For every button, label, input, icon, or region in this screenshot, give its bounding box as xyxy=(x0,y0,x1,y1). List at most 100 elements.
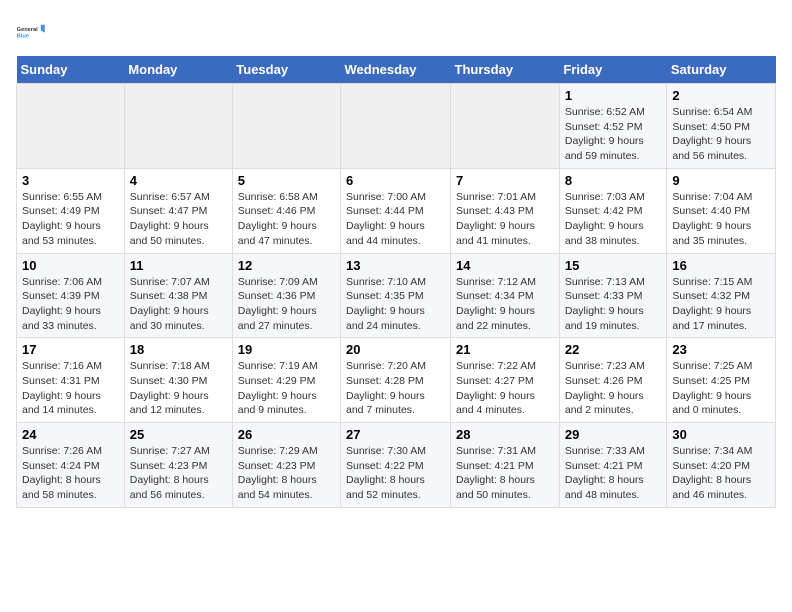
day-info: Sunrise: 7:10 AMSunset: 4:35 PMDaylight:… xyxy=(346,275,445,334)
col-header-friday: Friday xyxy=(559,56,667,84)
day-info: Sunrise: 7:01 AMSunset: 4:43 PMDaylight:… xyxy=(456,190,554,249)
logo: GeneralBlue xyxy=(16,16,48,48)
day-number: 17 xyxy=(22,342,119,357)
day-info: Sunrise: 7:23 AMSunset: 4:26 PMDaylight:… xyxy=(565,359,662,418)
calendar-cell: 30 Sunrise: 7:34 AMSunset: 4:20 PMDayligh… xyxy=(667,423,776,508)
day-info: Sunrise: 6:54 AMSunset: 4:50 PMDaylight:… xyxy=(672,105,770,164)
day-info: Sunrise: 7:30 AMSunset: 4:22 PMDaylight:… xyxy=(346,444,445,503)
day-number: 11 xyxy=(130,258,227,273)
calendar-cell: 15Sunrise: 7:13 AMSunset: 4:33 PMDayligh… xyxy=(559,253,667,338)
calendar-cell: 19 Sunrise: 7:19 AMSunset: 4:29 PMDayligh… xyxy=(232,338,340,423)
calendar-cell: 16Sunrise: 7:15 AMSunset: 4:32 PMDayligh… xyxy=(667,253,776,338)
calendar-cell: 18 Sunrise: 7:18 AMSunset: 4:30 PMDayligh… xyxy=(124,338,232,423)
calendar-cell: 22 Sunrise: 7:23 AMSunset: 4:26 PMDayligh… xyxy=(559,338,667,423)
day-info: Sunrise: 7:29 AMSunset: 4:23 PMDaylight:… xyxy=(238,444,335,503)
day-number: 10 xyxy=(22,258,119,273)
day-info: Sunrise: 7:19 AMSunset: 4:29 PMDaylight:… xyxy=(238,359,335,418)
day-number: 19 xyxy=(238,342,335,357)
day-number: 28 xyxy=(456,427,554,442)
day-info: Sunrise: 7:00 AMSunset: 4:44 PMDaylight:… xyxy=(346,190,445,249)
week-row-4: 17Sunrise: 7:16 AMSunset: 4:31 PMDayligh… xyxy=(17,338,776,423)
day-info: Sunrise: 7:27 AMSunset: 4:23 PMDaylight:… xyxy=(130,444,227,503)
day-number: 25 xyxy=(130,427,227,442)
day-number: 4 xyxy=(130,173,227,188)
day-number: 8 xyxy=(565,173,662,188)
day-info: Sunrise: 7:31 AMSunset: 4:21 PMDaylight:… xyxy=(456,444,554,503)
day-number: 1 xyxy=(565,88,662,103)
calendar-cell xyxy=(341,84,451,169)
day-number: 20 xyxy=(346,342,445,357)
col-header-tuesday: Tuesday xyxy=(232,56,340,84)
calendar-cell: 17Sunrise: 7:16 AMSunset: 4:31 PMDayligh… xyxy=(17,338,125,423)
day-info: Sunrise: 7:09 AMSunset: 4:36 PMDaylight:… xyxy=(238,275,335,334)
day-number: 24 xyxy=(22,427,119,442)
svg-text:General: General xyxy=(17,27,38,33)
calendar-table: SundayMondayTuesdayWednesdayThursdayFrid… xyxy=(16,56,776,508)
day-number: 14 xyxy=(456,258,554,273)
calendar-cell: 3 Sunrise: 6:55 AMSunset: 4:49 PMDaylight… xyxy=(17,168,125,253)
calendar-cell: 12 Sunrise: 7:09 AMSunset: 4:36 PMDayligh… xyxy=(232,253,340,338)
day-info: Sunrise: 7:26 AMSunset: 4:24 PMDaylight:… xyxy=(22,444,119,503)
week-row-2: 3 Sunrise: 6:55 AMSunset: 4:49 PMDaylight… xyxy=(17,168,776,253)
calendar-cell: 13 Sunrise: 7:10 AMSunset: 4:35 PMDayligh… xyxy=(341,253,451,338)
calendar-cell xyxy=(451,84,560,169)
calendar-cell: 11 Sunrise: 7:07 AMSunset: 4:38 PMDayligh… xyxy=(124,253,232,338)
calendar-cell: 25 Sunrise: 7:27 AMSunset: 4:23 PMDayligh… xyxy=(124,423,232,508)
week-row-5: 24 Sunrise: 7:26 AMSunset: 4:24 PMDayligh… xyxy=(17,423,776,508)
calendar-cell: 26 Sunrise: 7:29 AMSunset: 4:23 PMDayligh… xyxy=(232,423,340,508)
calendar-cell: 6 Sunrise: 7:00 AMSunset: 4:44 PMDaylight… xyxy=(341,168,451,253)
day-info: Sunrise: 7:22 AMSunset: 4:27 PMDaylight:… xyxy=(456,359,554,418)
day-number: 5 xyxy=(238,173,335,188)
day-info: Sunrise: 7:18 AMSunset: 4:30 PMDaylight:… xyxy=(130,359,227,418)
day-number: 15 xyxy=(565,258,662,273)
day-number: 26 xyxy=(238,427,335,442)
day-number: 3 xyxy=(22,173,119,188)
calendar-cell: 1Sunrise: 6:52 AMSunset: 4:52 PMDaylight… xyxy=(559,84,667,169)
day-number: 6 xyxy=(346,173,445,188)
calendar-cell: 14 Sunrise: 7:12 AMSunset: 4:34 PMDayligh… xyxy=(451,253,560,338)
calendar-cell: 23 Sunrise: 7:25 AMSunset: 4:25 PMDayligh… xyxy=(667,338,776,423)
day-info: Sunrise: 7:07 AMSunset: 4:38 PMDaylight:… xyxy=(130,275,227,334)
day-info: Sunrise: 6:58 AMSunset: 4:46 PMDaylight:… xyxy=(238,190,335,249)
day-number: 2 xyxy=(672,88,770,103)
calendar-cell: 9Sunrise: 7:04 AMSunset: 4:40 PMDaylight… xyxy=(667,168,776,253)
calendar-cell: 10 Sunrise: 7:06 AMSunset: 4:39 PMDayligh… xyxy=(17,253,125,338)
day-info: Sunrise: 7:34 AMSunset: 4:20 PMDaylight:… xyxy=(672,444,770,503)
calendar-cell: 29Sunrise: 7:33 AMSunset: 4:21 PMDayligh… xyxy=(559,423,667,508)
col-header-wednesday: Wednesday xyxy=(341,56,451,84)
col-header-sunday: Sunday xyxy=(17,56,125,84)
calendar-cell xyxy=(124,84,232,169)
day-number: 27 xyxy=(346,427,445,442)
day-number: 7 xyxy=(456,173,554,188)
day-number: 21 xyxy=(456,342,554,357)
day-info: Sunrise: 7:12 AMSunset: 4:34 PMDaylight:… xyxy=(456,275,554,334)
day-info: Sunrise: 7:06 AMSunset: 4:39 PMDaylight:… xyxy=(22,275,119,334)
day-number: 22 xyxy=(565,342,662,357)
week-row-1: 1Sunrise: 6:52 AMSunset: 4:52 PMDaylight… xyxy=(17,84,776,169)
day-info: Sunrise: 7:20 AMSunset: 4:28 PMDaylight:… xyxy=(346,359,445,418)
calendar-cell: 28 Sunrise: 7:31 AMSunset: 4:21 PMDayligh… xyxy=(451,423,560,508)
col-header-saturday: Saturday xyxy=(667,56,776,84)
calendar-cell: 2 Sunrise: 6:54 AMSunset: 4:50 PMDaylight… xyxy=(667,84,776,169)
calendar-cell xyxy=(232,84,340,169)
day-number: 12 xyxy=(238,258,335,273)
day-number: 13 xyxy=(346,258,445,273)
day-info: Sunrise: 6:55 AMSunset: 4:49 PMDaylight:… xyxy=(22,190,119,249)
calendar-cell: 21 Sunrise: 7:22 AMSunset: 4:27 PMDayligh… xyxy=(451,338,560,423)
calendar-cell: 4 Sunrise: 6:57 AMSunset: 4:47 PMDaylight… xyxy=(124,168,232,253)
day-number: 23 xyxy=(672,342,770,357)
week-row-3: 10 Sunrise: 7:06 AMSunset: 4:39 PMDayligh… xyxy=(17,253,776,338)
logo-icon: GeneralBlue xyxy=(16,16,48,48)
calendar-cell: 24 Sunrise: 7:26 AMSunset: 4:24 PMDayligh… xyxy=(17,423,125,508)
calendar-cell: 20 Sunrise: 7:20 AMSunset: 4:28 PMDayligh… xyxy=(341,338,451,423)
day-info: Sunrise: 7:25 AMSunset: 4:25 PMDaylight:… xyxy=(672,359,770,418)
day-info: Sunrise: 7:15 AMSunset: 4:32 PMDaylight:… xyxy=(672,275,770,334)
day-info: Sunrise: 6:57 AMSunset: 4:47 PMDaylight:… xyxy=(130,190,227,249)
header-row: SundayMondayTuesdayWednesdayThursdayFrid… xyxy=(17,56,776,84)
calendar-cell xyxy=(17,84,125,169)
calendar-body: 1Sunrise: 6:52 AMSunset: 4:52 PMDaylight… xyxy=(17,84,776,508)
day-number: 30 xyxy=(672,427,770,442)
day-number: 18 xyxy=(130,342,227,357)
day-number: 9 xyxy=(672,173,770,188)
calendar-cell: 8Sunrise: 7:03 AMSunset: 4:42 PMDaylight… xyxy=(559,168,667,253)
